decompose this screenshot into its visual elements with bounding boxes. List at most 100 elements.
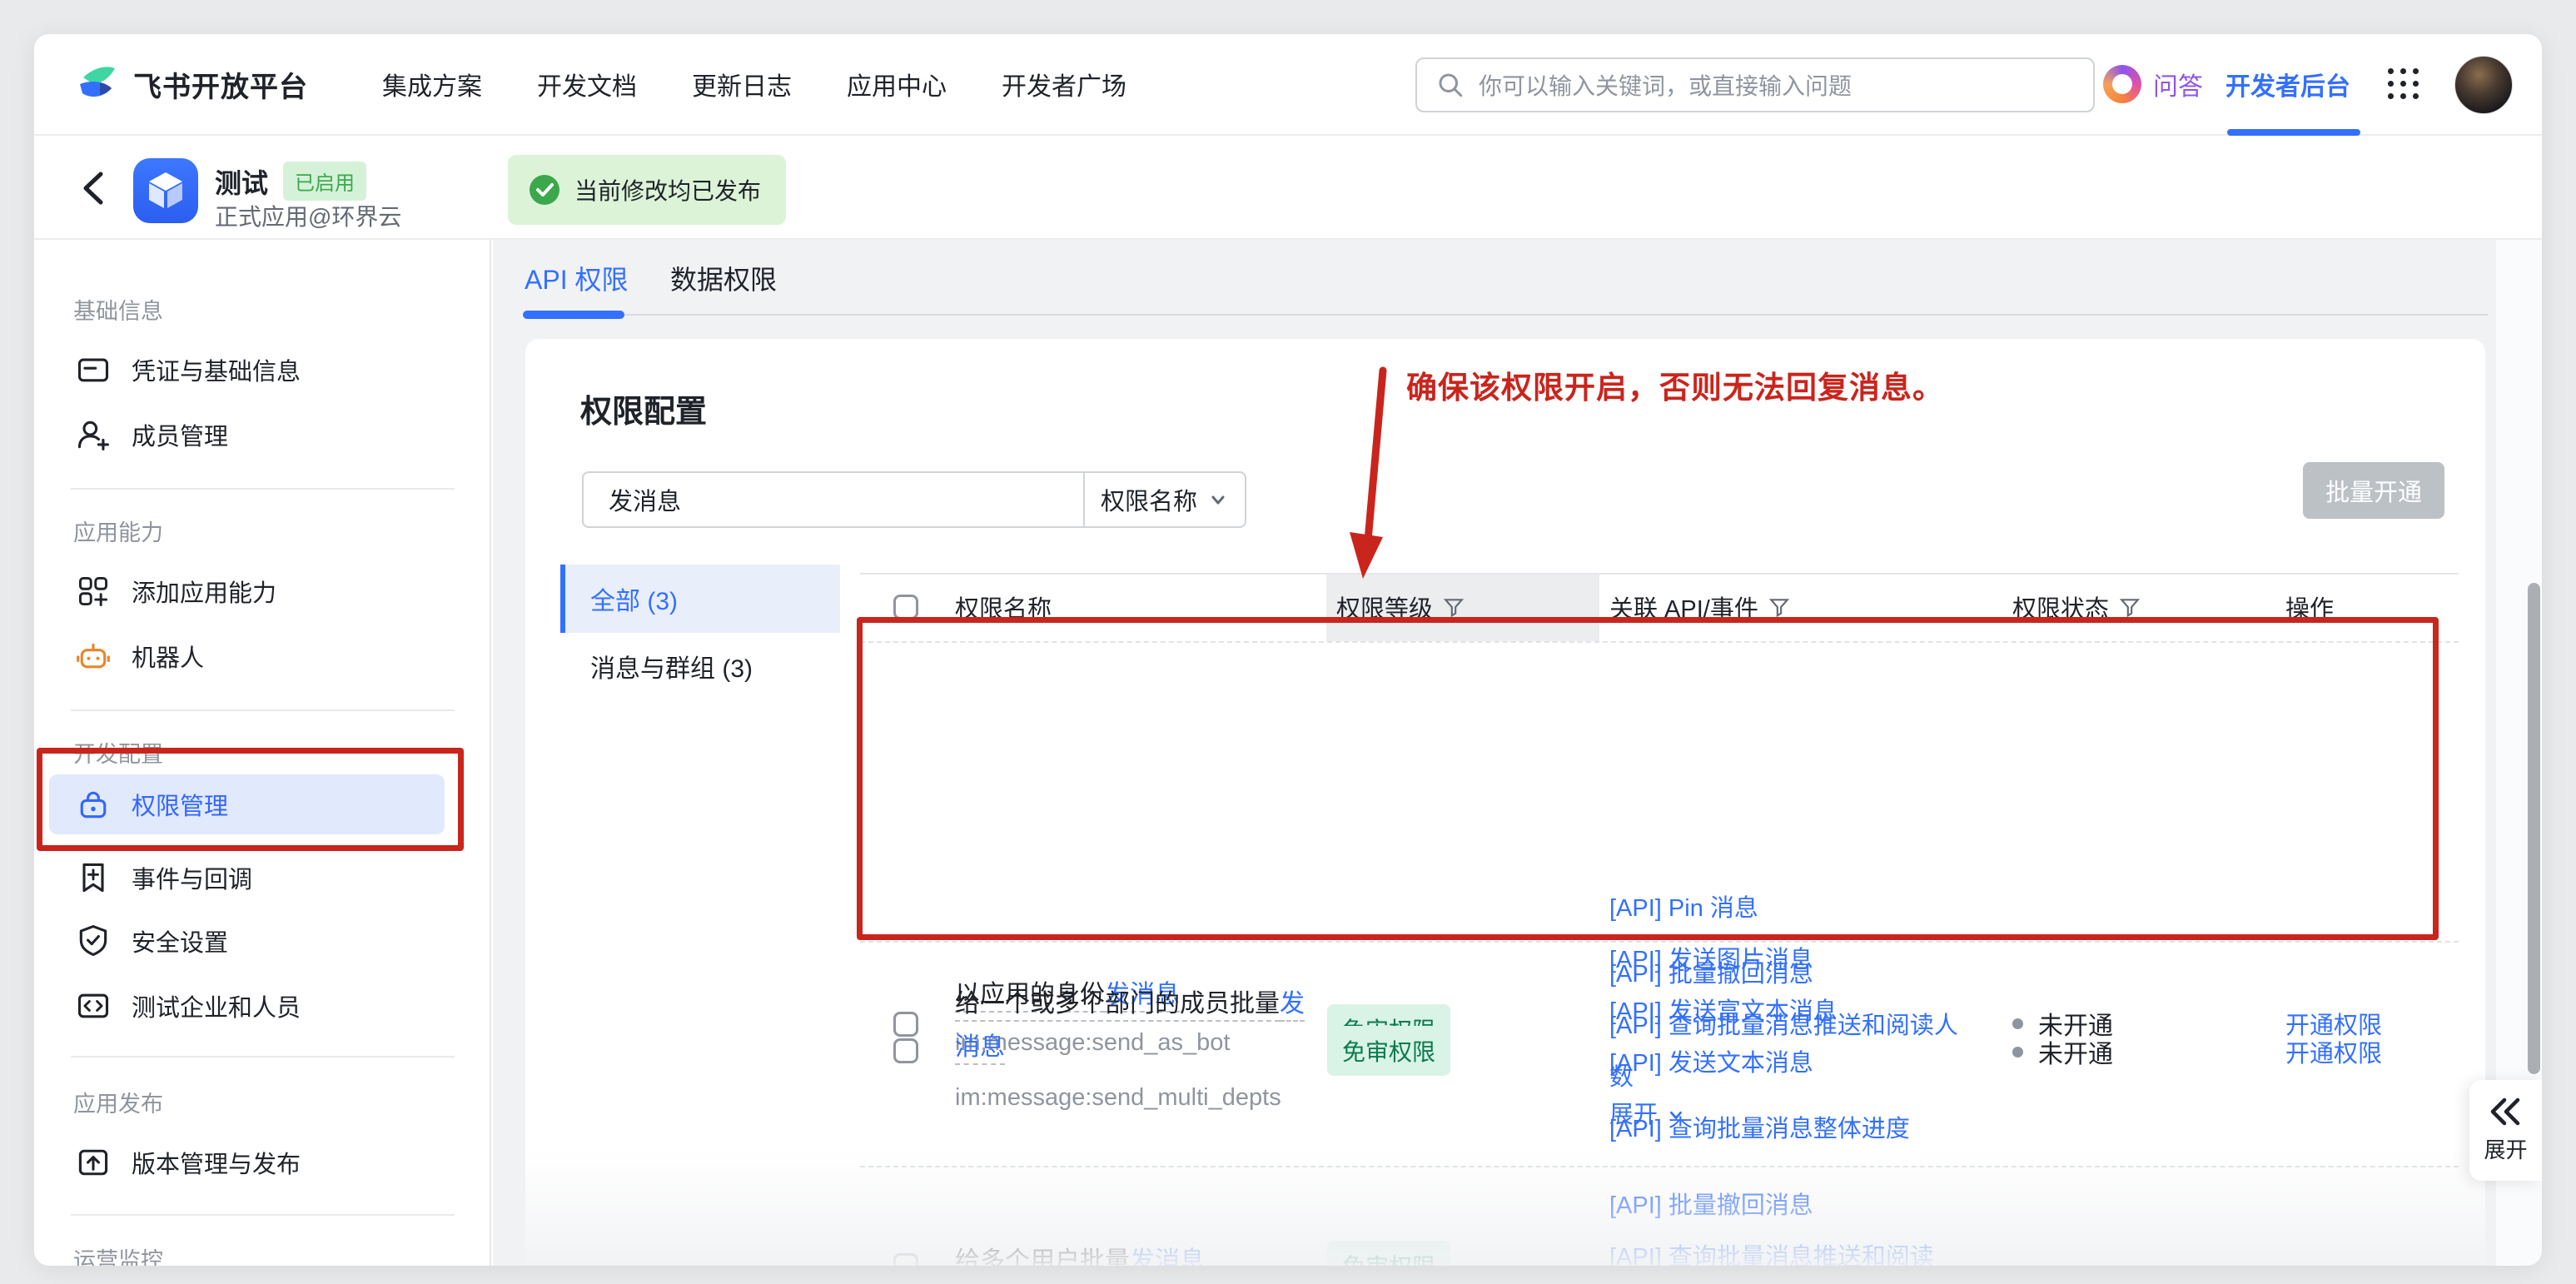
api-link[interactable]: [API] 查询批量消息推送和阅读人数 bbox=[1609, 1000, 1962, 1103]
status-dot-icon bbox=[2012, 1018, 2023, 1029]
row-divider bbox=[860, 941, 2459, 943]
api-link[interactable]: [API] 批量撤回消息 bbox=[1609, 948, 1962, 1000]
sidebar-section-dev: 开发配置 bbox=[73, 736, 163, 769]
column-header-api[interactable]: 关联 API/事件 bbox=[1609, 573, 1790, 641]
feishu-logo-icon bbox=[75, 61, 122, 107]
nav-item-appcenter[interactable]: 应用中心 bbox=[847, 66, 947, 102]
sidebar-item-version[interactable]: 版本管理与发布 bbox=[49, 1132, 445, 1192]
sidebar-item-credentials[interactable]: 凭证与基础信息 bbox=[49, 340, 445, 400]
sidebar: 基础信息 凭证与基础信息 成员管理 应用能力 bbox=[34, 240, 491, 1266]
permission-name[interactable]: 给多个用户批量发消息 bbox=[955, 1242, 1321, 1266]
permission-name-cell: 给一个或多个部门的成员批量发消息 im:message:send_multi_d… bbox=[955, 983, 1321, 1112]
nav-item-docs[interactable]: 开发文档 bbox=[537, 66, 637, 102]
sidebar-item-label: 成员管理 bbox=[132, 417, 228, 452]
check-circle-icon bbox=[528, 173, 561, 207]
brand[interactable]: 飞书开放平台 bbox=[75, 34, 308, 134]
status-dot-icon bbox=[2012, 1047, 2023, 1058]
lock-icon bbox=[75, 786, 112, 823]
column-header-action: 操作 bbox=[2285, 573, 2334, 641]
main-content: API 权限 数据权限 权限配置 确保该权限开启，否则无法回复消息。 权限名称 bbox=[493, 240, 2542, 1266]
api-link[interactable]: [API] 查询批量消息整体进度 bbox=[1609, 1103, 1962, 1155]
qa-ring-icon bbox=[2103, 65, 2141, 103]
filter-message-group[interactable]: 消息与群组 (3) bbox=[560, 633, 840, 699]
api-link[interactable]: [API] 查询批量消息推送和阅读 bbox=[1609, 1232, 1962, 1266]
nav-item-changelog[interactable]: 更新日志 bbox=[692, 66, 792, 102]
published-banner: 当前修改均已发布 bbox=[508, 155, 786, 225]
sidebar-divider bbox=[71, 1214, 455, 1216]
sidebar-item-label: 版本管理与发布 bbox=[132, 1145, 301, 1180]
tab-api-permission[interactable]: API 权限 bbox=[525, 240, 628, 316]
user-avatar[interactable] bbox=[2454, 56, 2513, 114]
member-icon bbox=[75, 416, 112, 453]
column-header-level[interactable]: 权限等级 bbox=[1336, 573, 1465, 641]
top-navbar: 飞书开放平台 集成方案 开发文档 更新日志 应用中心 开发者广场 你可以输入关键… bbox=[34, 34, 2542, 136]
body-row: 基础信息 凭证与基础信息 成员管理 应用能力 bbox=[34, 240, 2542, 1266]
permission-search-input[interactable] bbox=[584, 473, 1083, 526]
sidebar-section-ops: 运营监控 bbox=[73, 1242, 163, 1266]
app-icon bbox=[133, 158, 198, 223]
sidebar-divider bbox=[71, 709, 455, 711]
filter-funnel-icon[interactable] bbox=[1443, 596, 1465, 618]
annotation-text: 确保该权限开启，否则无法回复消息。 bbox=[1406, 362, 1944, 407]
api-link[interactable]: [API] 批量撤回消息 bbox=[1609, 1180, 1962, 1232]
scrollbar-thumb[interactable] bbox=[2528, 583, 2540, 1074]
apps-grid-icon[interactable] bbox=[2388, 68, 2421, 102]
open-permission-link[interactable]: 开通权限 bbox=[2285, 1033, 2382, 1070]
select-all-checkbox[interactable] bbox=[893, 595, 918, 620]
sidebar-item-label: 机器人 bbox=[132, 639, 204, 674]
api-link[interactable]: [API] Pin 消息 bbox=[1609, 883, 1967, 934]
tab-bottom-line bbox=[523, 314, 2488, 316]
sidebar-item-permissions[interactable]: 权限管理 bbox=[49, 774, 445, 834]
sidebar-item-bot[interactable]: 机器人 bbox=[49, 626, 445, 686]
shield-check-icon bbox=[75, 923, 112, 959]
double-chevron-left-icon bbox=[2488, 1097, 2524, 1127]
sidebar-item-members[interactable]: 成员管理 bbox=[49, 405, 445, 465]
nav-item-solutions[interactable]: 集成方案 bbox=[382, 66, 482, 102]
qa-entry[interactable]: 问答 bbox=[2103, 34, 2203, 134]
filter-funnel-icon[interactable] bbox=[2119, 596, 2141, 618]
nav-active-indicator bbox=[2227, 129, 2360, 136]
permission-name[interactable]: 给一个或多个部门的成员批量发消息 bbox=[955, 983, 1321, 1069]
status-text: 未开通 bbox=[2038, 1033, 2113, 1070]
code-brackets-icon bbox=[75, 988, 112, 1024]
row-checkbox[interactable] bbox=[893, 1038, 918, 1063]
level-badge: 免审权限 bbox=[1327, 1026, 1450, 1076]
sidebar-section-capability: 应用能力 bbox=[73, 515, 163, 547]
expand-panel-button[interactable]: 展开 bbox=[2469, 1080, 2542, 1181]
sidebar-item-events[interactable]: 事件与回调 bbox=[49, 848, 445, 908]
tab-data-permission[interactable]: 数据权限 bbox=[670, 240, 777, 316]
page-title: 权限配置 bbox=[580, 386, 707, 431]
search-placeholder: 你可以输入关键词，或直接输入问题 bbox=[1479, 68, 1852, 102]
sidebar-section-release: 应用发布 bbox=[73, 1086, 163, 1118]
nav-item-devplaza[interactable]: 开发者广场 bbox=[1002, 66, 1126, 102]
app-name: 测试 bbox=[215, 162, 268, 201]
sidebar-item-label: 添加应用能力 bbox=[132, 574, 276, 609]
sidebar-item-test-org[interactable]: 测试企业和人员 bbox=[49, 976, 445, 1036]
filter-all[interactable]: 全部 (3) bbox=[560, 565, 840, 633]
sidebar-item-add-capability[interactable]: 添加应用能力 bbox=[49, 561, 445, 621]
global-search-box[interactable]: 你可以输入关键词，或直接输入问题 bbox=[1415, 57, 2095, 112]
row-divider bbox=[860, 641, 2459, 643]
search-icon bbox=[1435, 70, 1465, 100]
sidebar-item-security[interactable]: 安全设置 bbox=[49, 911, 445, 971]
filter-funnel-icon[interactable] bbox=[1768, 596, 1790, 618]
column-header-name[interactable]: 权限名称 bbox=[955, 573, 1052, 641]
banner-text: 当前修改均已发布 bbox=[574, 173, 761, 207]
expand-panel-label: 展开 bbox=[2484, 1133, 2527, 1164]
sidebar-item-label: 事件与回调 bbox=[132, 860, 252, 895]
sidebar-divider bbox=[71, 488, 455, 490]
brand-title: 飞书开放平台 bbox=[133, 64, 308, 105]
back-icon[interactable] bbox=[76, 167, 112, 209]
permission-card: 权限配置 确保该权限开启，否则无法回复消息。 权限名称 批量开通 bbox=[525, 339, 2485, 1266]
permission-code: im:message:send_multi_depts bbox=[955, 1084, 1321, 1112]
row-checkbox[interactable] bbox=[893, 1253, 918, 1266]
bulk-open-button[interactable]: 批量开通 bbox=[2303, 462, 2444, 519]
sidebar-item-label: 测试企业和人员 bbox=[132, 988, 301, 1023]
capability-grid-icon bbox=[75, 573, 112, 610]
row-checkbox[interactable] bbox=[893, 1012, 918, 1037]
search-field-select[interactable]: 权限名称 bbox=[1083, 473, 1245, 526]
developer-console-link[interactable]: 开发者后台 bbox=[2225, 34, 2350, 134]
browser-window: 飞书开放平台 集成方案 开发文档 更新日志 应用中心 开发者广场 你可以输入关键… bbox=[34, 34, 2542, 1266]
column-header-status[interactable]: 权限状态 bbox=[2012, 573, 2141, 641]
qa-label: 问答 bbox=[2153, 66, 2203, 102]
